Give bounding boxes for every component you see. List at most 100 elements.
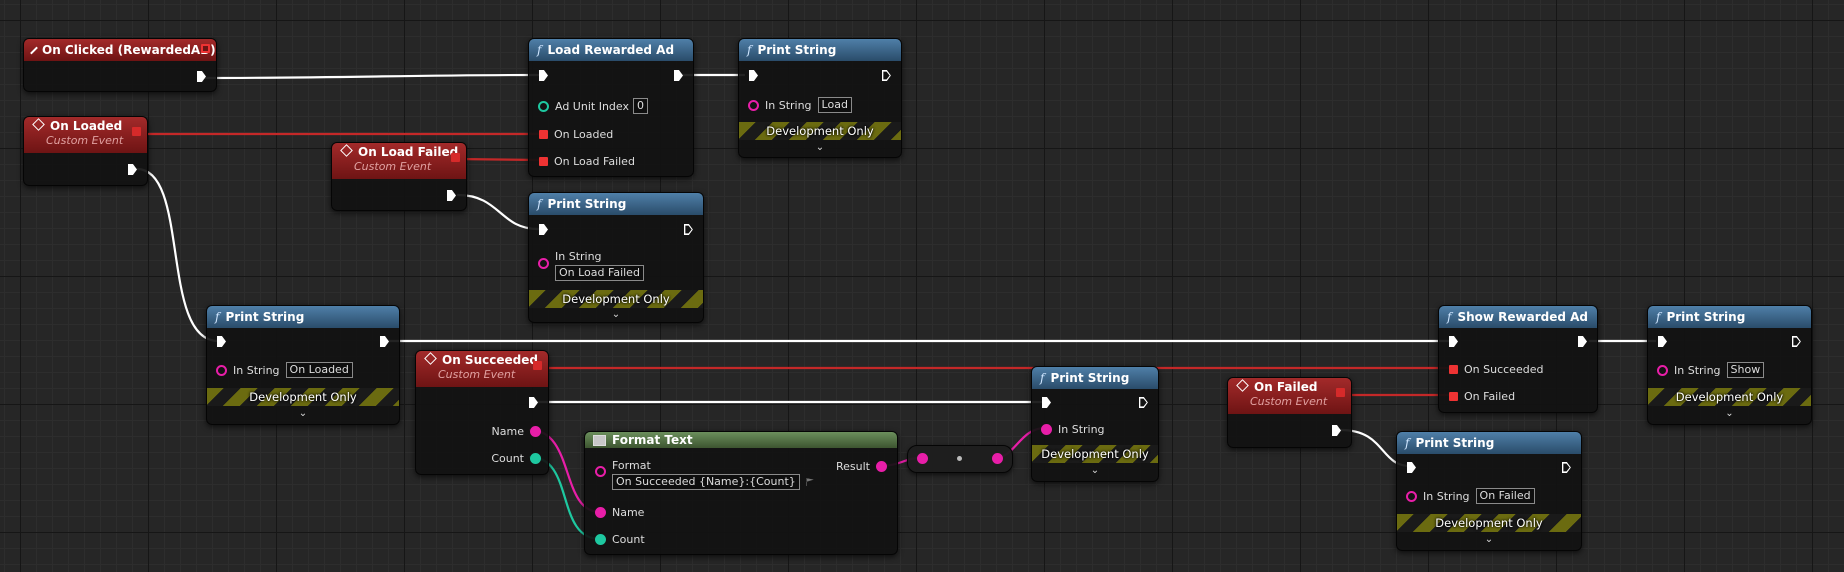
expand-chevron-icon[interactable]: ⌄ <box>529 309 703 321</box>
on-loaded-header[interactable]: On Loaded Custom Event <box>24 117 147 153</box>
print-loaded-exec-out[interactable] <box>380 336 389 347</box>
exec-in-pin-icon[interactable] <box>539 224 548 235</box>
print-load-exec-in[interactable] <box>749 70 758 81</box>
text-pin-icon[interactable] <box>876 461 887 472</box>
print-failed-exec-in[interactable] <box>1407 462 1416 473</box>
ad-unit-index-input[interactable]: 0 <box>632 98 648 114</box>
print-succeeded-exec-in[interactable] <box>1042 397 1051 408</box>
on-failed-delegate-pin[interactable]: On Failed <box>1449 390 1521 403</box>
print-show-value-input[interactable]: Show <box>1726 362 1765 378</box>
print-succeeded-in-string-pin[interactable]: In String <box>1041 423 1111 436</box>
print-loaded-value-input[interactable]: On Loaded <box>285 362 353 378</box>
print-show-in-string-pin[interactable]: In String Show <box>1657 362 1765 378</box>
expand-chevron-icon[interactable]: ⌄ <box>1032 465 1158 477</box>
exec-in-pin-icon[interactable] <box>217 336 226 347</box>
string-pin-icon[interactable] <box>595 507 606 518</box>
on-clicked-exec-out[interactable] <box>197 71 206 82</box>
print-succeeded-exec-out[interactable] <box>1139 397 1148 408</box>
exec-in-pin-icon[interactable] <box>1042 397 1051 408</box>
on-succeeded-count-pin[interactable]: Count <box>485 452 541 465</box>
on-load-failed-event-node[interactable]: On Load Failed Custom Event <box>331 142 467 211</box>
print-load-header[interactable]: f Print String <box>739 39 901 61</box>
print-load-value-input[interactable]: Load <box>817 97 852 113</box>
exec-out-pin-icon[interactable] <box>1562 462 1571 473</box>
print-failed-in-string-pin[interactable]: In String On Failed <box>1406 488 1535 504</box>
delegate-pin-icon[interactable] <box>1449 392 1458 401</box>
exec-in-pin-icon[interactable] <box>749 70 758 81</box>
on-load-failed-header[interactable]: On Load Failed Custom Event <box>332 143 466 179</box>
on-loaded-event-node[interactable]: On Loaded Custom Event <box>23 116 148 186</box>
print-string-load-node[interactable]: f Print String In String Load Developmen… <box>738 38 902 158</box>
string-pin-icon[interactable] <box>1657 364 1668 376</box>
exec-out-pin-icon[interactable] <box>882 70 891 81</box>
print-string-succeeded-node[interactable]: f Print String In String Development Onl… <box>1031 366 1159 482</box>
print-failed-exec-out[interactable] <box>1562 462 1571 473</box>
int-pin-icon[interactable] <box>538 100 549 112</box>
delegate-pin-icon[interactable] <box>132 127 141 136</box>
exec-out-pin-icon[interactable] <box>197 71 206 82</box>
string-pin-icon[interactable] <box>992 453 1003 464</box>
print-load-failed-header[interactable]: f Print String <box>529 193 703 215</box>
format-pin[interactable]: Format On Succeeded {Name}:{Count} <box>595 459 814 490</box>
int-pin-icon[interactable] <box>530 453 541 464</box>
print-string-show-node[interactable]: f Print String In String Show Developmen… <box>1647 305 1812 425</box>
exec-in-pin-icon[interactable] <box>1658 336 1667 347</box>
exec-in-pin-icon[interactable] <box>539 70 548 81</box>
print-failed-value-input[interactable]: On Failed <box>1475 488 1535 504</box>
format-text-node[interactable]: Format Text Format On Succeeded {Name}:{… <box>584 431 898 555</box>
delegate-pin-icon[interactable] <box>533 361 542 370</box>
on-succeeded-header[interactable]: On Succeeded Custom Event <box>416 351 548 387</box>
load-exec-out[interactable] <box>674 70 683 81</box>
expand-chevron-icon[interactable]: ⌄ <box>1397 534 1581 546</box>
format-text-header[interactable]: Format Text <box>585 432 897 448</box>
show-exec-out[interactable] <box>1578 336 1587 347</box>
conversion-reroute-node[interactable] <box>907 445 1013 473</box>
print-load-failed-in-string-pin[interactable]: In String On Load Failed <box>538 250 644 281</box>
exec-out-pin-icon[interactable] <box>1578 336 1587 347</box>
print-load-exec-out[interactable] <box>882 70 891 81</box>
on-failed-exec-out[interactable] <box>1332 425 1341 436</box>
string-pin-icon[interactable] <box>917 453 928 464</box>
load-exec-in[interactable] <box>539 70 548 81</box>
delegate-pin-icon[interactable] <box>201 44 210 53</box>
show-exec-in[interactable] <box>1449 336 1458 347</box>
print-string-load-failed-node[interactable]: f Print String In String On Load Failed … <box>528 192 704 323</box>
flag-icon[interactable] <box>805 478 814 486</box>
on-failed-header[interactable]: On Failed Custom Event <box>1228 378 1351 414</box>
print-load-failed-value-input[interactable]: On Load Failed <box>555 265 644 281</box>
string-pin-icon[interactable] <box>748 99 759 111</box>
on-failed-event-node[interactable]: On Failed Custom Event <box>1227 377 1352 448</box>
delegate-pin-icon[interactable] <box>539 130 548 139</box>
exec-out-pin-icon[interactable] <box>529 397 538 408</box>
on-load-failed-delegate-pin[interactable]: On Load Failed <box>539 155 641 168</box>
show-rewarded-ad-header[interactable]: f Show Rewarded Ad <box>1439 306 1597 328</box>
exec-out-pin-icon[interactable] <box>1792 336 1801 347</box>
string-pin-icon[interactable] <box>1041 424 1052 435</box>
print-load-failed-exec-out[interactable] <box>684 224 693 235</box>
on-succeeded-name-pin[interactable]: Name <box>486 425 541 438</box>
format-name-pin[interactable]: Name <box>595 506 650 519</box>
expand-chevron-icon[interactable]: ⌄ <box>207 408 399 420</box>
exec-in-pin-icon[interactable] <box>1449 336 1458 347</box>
on-loaded-delegate-pin[interactable]: On Loaded <box>539 128 619 141</box>
on-succeeded-event-node[interactable]: On Succeeded Custom Event Name Count <box>415 350 549 475</box>
on-succeeded-delegate-pin[interactable]: On Succeeded <box>1449 363 1549 376</box>
print-loaded-in-string-pin[interactable]: In String On Loaded <box>216 362 353 378</box>
print-loaded-header[interactable]: f Print String <box>207 306 399 328</box>
print-string-loaded-node[interactable]: f Print String In String On Loaded Devel… <box>206 305 400 425</box>
result-pin[interactable]: Result <box>830 460 887 473</box>
exec-in-pin-icon[interactable] <box>1407 462 1416 473</box>
format-value-input[interactable]: On Succeeded {Name}:{Count} <box>612 474 800 490</box>
exec-out-pin-icon[interactable] <box>684 224 693 235</box>
print-show-exec-in[interactable] <box>1658 336 1667 347</box>
print-failed-header[interactable]: f Print String <box>1397 432 1581 454</box>
expand-chevron-icon[interactable]: ⌄ <box>739 142 901 154</box>
int-pin-icon[interactable] <box>595 534 606 545</box>
on-loaded-exec-out[interactable] <box>128 164 137 175</box>
load-rewarded-ad-node[interactable]: f Load Rewarded Ad Ad Unit Index 0 On Lo… <box>528 38 694 177</box>
print-show-header[interactable]: f Print String <box>1648 306 1811 328</box>
exec-out-pin-icon[interactable] <box>674 70 683 81</box>
string-pin-icon[interactable] <box>530 426 541 437</box>
delegate-pin-icon[interactable] <box>1336 388 1345 397</box>
string-pin-icon[interactable] <box>1406 490 1417 502</box>
